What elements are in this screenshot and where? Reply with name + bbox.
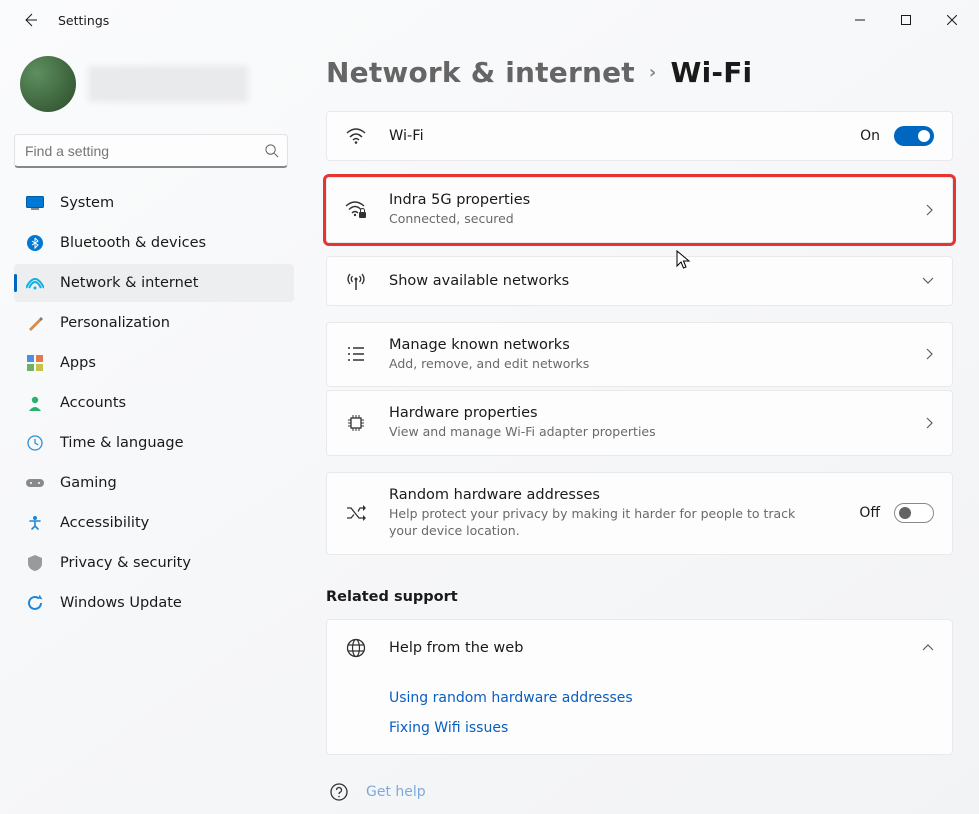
card-title: Random hardware addresses (389, 487, 837, 503)
card-title: Wi-Fi (389, 128, 838, 144)
sidebar-item-label: Time & language (60, 435, 184, 451)
sidebar-item-privacy[interactable]: Privacy & security (14, 544, 294, 582)
hardware-properties-card[interactable]: Hardware properties View and manage Wi-F… (326, 390, 953, 456)
wifi-toggle[interactable] (894, 126, 934, 146)
card-subtitle: Help protect your privacy by making it h… (389, 505, 809, 540)
chevron-right-icon (926, 348, 934, 360)
apps-icon (26, 354, 44, 372)
chevron-up-icon (922, 644, 934, 652)
help-link-random-addresses[interactable]: Using random hardware addresses (389, 690, 934, 706)
sidebar-item-label: Apps (60, 355, 96, 371)
minimize-button[interactable] (837, 4, 883, 36)
main-content: Network & internet › Wi-Fi Wi-Fi On Indr… (300, 40, 979, 814)
search-icon (264, 143, 279, 158)
card-subtitle: Add, remove, and edit networks (389, 355, 904, 373)
sidebar-item-gaming[interactable]: Gaming (14, 464, 294, 502)
gaming-icon (26, 474, 44, 492)
random-hardware-addresses-card[interactable]: Random hardware addresses Help protect y… (326, 472, 953, 555)
help-icon (330, 783, 348, 801)
sidebar-item-apps[interactable]: Apps (14, 344, 294, 382)
user-header[interactable] (14, 50, 294, 130)
random-state-label: Off (859, 505, 880, 521)
sidebar-item-label: System (60, 195, 114, 211)
sidebar-item-personalization[interactable]: Personalization (14, 304, 294, 342)
back-button[interactable] (20, 10, 40, 30)
breadcrumb: Network & internet › Wi-Fi (326, 56, 953, 89)
accessibility-icon (26, 514, 44, 532)
sidebar: System Bluetooth & devices Network & int… (0, 40, 300, 814)
avatar (20, 56, 76, 112)
breadcrumb-root[interactable]: Network & internet (326, 56, 635, 89)
sidebar-item-windows-update[interactable]: Windows Update (14, 584, 294, 622)
help-from-web-header[interactable]: Help from the web (327, 620, 952, 676)
privacy-icon (26, 554, 44, 572)
related-support-heading: Related support (326, 589, 953, 605)
window-title: Settings (58, 13, 109, 28)
user-name-redacted (88, 66, 248, 102)
bluetooth-icon (26, 234, 44, 252)
card-title: Manage known networks (389, 337, 904, 353)
get-help-label: Get help (366, 784, 426, 800)
close-button[interactable] (929, 4, 975, 36)
chevron-down-icon (922, 277, 934, 285)
random-hardware-toggle[interactable] (894, 503, 934, 523)
get-help-link[interactable]: Get help (326, 755, 953, 801)
sidebar-item-system[interactable]: System (14, 184, 294, 222)
shuffle-icon (345, 505, 367, 521)
maximize-button[interactable] (883, 4, 929, 36)
globe-icon (345, 638, 367, 658)
sidebar-item-label: Privacy & security (60, 555, 191, 571)
personalization-icon (26, 314, 44, 332)
card-title: Hardware properties (389, 405, 904, 421)
sidebar-item-label: Windows Update (60, 595, 182, 611)
wifi-secured-icon (345, 201, 367, 219)
chip-icon (345, 414, 367, 432)
card-title: Help from the web (389, 640, 900, 656)
sidebar-item-bluetooth[interactable]: Bluetooth & devices (14, 224, 294, 262)
sidebar-item-label: Bluetooth & devices (60, 235, 206, 251)
sidebar-item-network[interactable]: Network & internet (14, 264, 294, 302)
titlebar: Settings (0, 0, 979, 40)
sidebar-item-label: Accounts (60, 395, 126, 411)
search-input[interactable] (25, 143, 264, 159)
time-language-icon (26, 434, 44, 452)
list-icon (345, 347, 367, 361)
card-subtitle: View and manage Wi-Fi adapter properties (389, 423, 904, 441)
manage-known-networks-card[interactable]: Manage known networks Add, remove, and e… (326, 322, 953, 388)
accounts-icon (26, 394, 44, 412)
chevron-right-icon: › (649, 62, 657, 83)
search-box[interactable] (14, 134, 288, 168)
sidebar-item-accounts[interactable]: Accounts (14, 384, 294, 422)
system-icon (26, 194, 44, 212)
sidebar-item-accessibility[interactable]: Accessibility (14, 504, 294, 542)
chevron-right-icon (926, 417, 934, 429)
card-title: Show available networks (389, 273, 900, 289)
help-from-web-card: Help from the web Using random hardware … (326, 619, 953, 755)
update-icon (26, 594, 44, 612)
wifi-icon (345, 128, 367, 144)
chevron-right-icon (926, 204, 934, 216)
card-title: Indra 5G properties (389, 192, 904, 208)
network-icon (26, 274, 44, 292)
help-link-fixing-wifi[interactable]: Fixing Wifi issues (389, 720, 934, 736)
show-available-networks-card[interactable]: Show available networks (326, 256, 953, 306)
sidebar-item-time-language[interactable]: Time & language (14, 424, 294, 462)
current-network-card[interactable]: Indra 5G properties Connected, secured (326, 177, 953, 243)
sidebar-item-label: Network & internet (60, 275, 198, 291)
antenna-icon (345, 271, 367, 291)
sidebar-item-label: Personalization (60, 315, 170, 331)
sidebar-item-label: Accessibility (60, 515, 149, 531)
wifi-state-label: On (860, 128, 880, 144)
sidebar-item-label: Gaming (60, 475, 117, 491)
breadcrumb-current: Wi-Fi (671, 56, 753, 89)
card-subtitle: Connected, secured (389, 210, 904, 228)
wifi-toggle-card[interactable]: Wi-Fi On (326, 111, 953, 161)
